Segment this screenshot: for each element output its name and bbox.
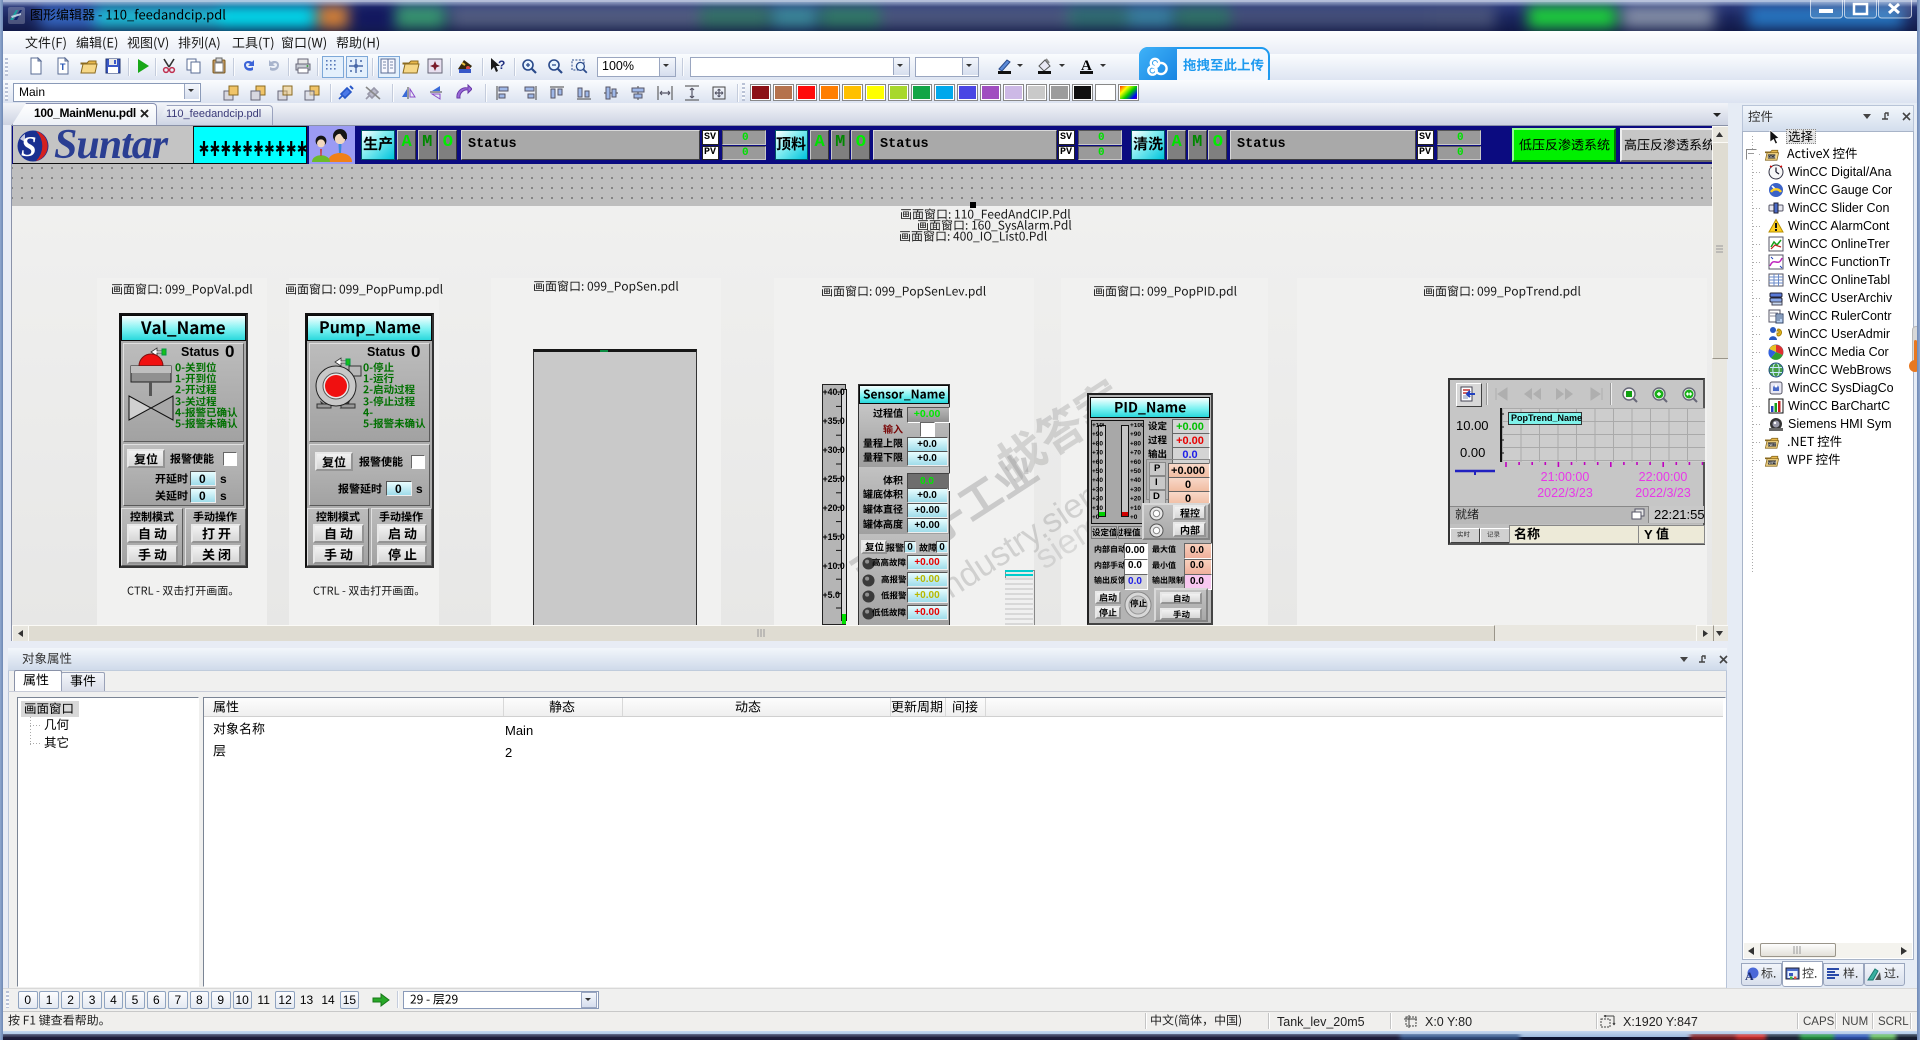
svg-text:+80: +80 [1130, 440, 1141, 447]
svg-text:+80: +80 [1092, 440, 1103, 447]
svg-text:+70: +70 [1130, 450, 1141, 457]
svg-text:+0: +0 [1130, 514, 1138, 521]
svg-text:NET: NET [1768, 442, 1776, 447]
svg-text:S: S [21, 132, 37, 162]
svg-text:T: T [60, 62, 66, 72]
svg-text:+70: +70 [1092, 450, 1103, 457]
svg-text:?: ? [498, 58, 505, 72]
svg-text:+100: +100 [1092, 423, 1104, 429]
svg-text:+40: +40 [1092, 477, 1103, 484]
svg-text:+10: +10 [1130, 505, 1141, 512]
svg-text:+60: +60 [1130, 459, 1141, 466]
svg-text:+40: +40 [1130, 477, 1141, 484]
svg-text:WPF: WPF [1768, 460, 1777, 465]
svg-text:+90: +90 [1130, 431, 1141, 438]
svg-text:+30: +30 [1092, 486, 1103, 493]
svg-text:DCX: DCX [1768, 156, 1776, 160]
svg-text:+20: +20 [1130, 496, 1141, 503]
svg-text:A: A [1745, 969, 1754, 981]
svg-text:+50: +50 [1092, 468, 1103, 475]
svg-text:+10: +10 [1092, 505, 1103, 512]
svg-text:+20: +20 [1092, 496, 1103, 503]
svg-text:+90: +90 [1092, 431, 1103, 438]
svg-text:+100: +100 [1130, 423, 1143, 429]
svg-text:+0: +0 [1092, 514, 1100, 521]
svg-text:+50: +50 [1130, 468, 1141, 475]
svg-text:+30: +30 [1130, 486, 1141, 493]
svg-text:+60: +60 [1092, 459, 1103, 466]
